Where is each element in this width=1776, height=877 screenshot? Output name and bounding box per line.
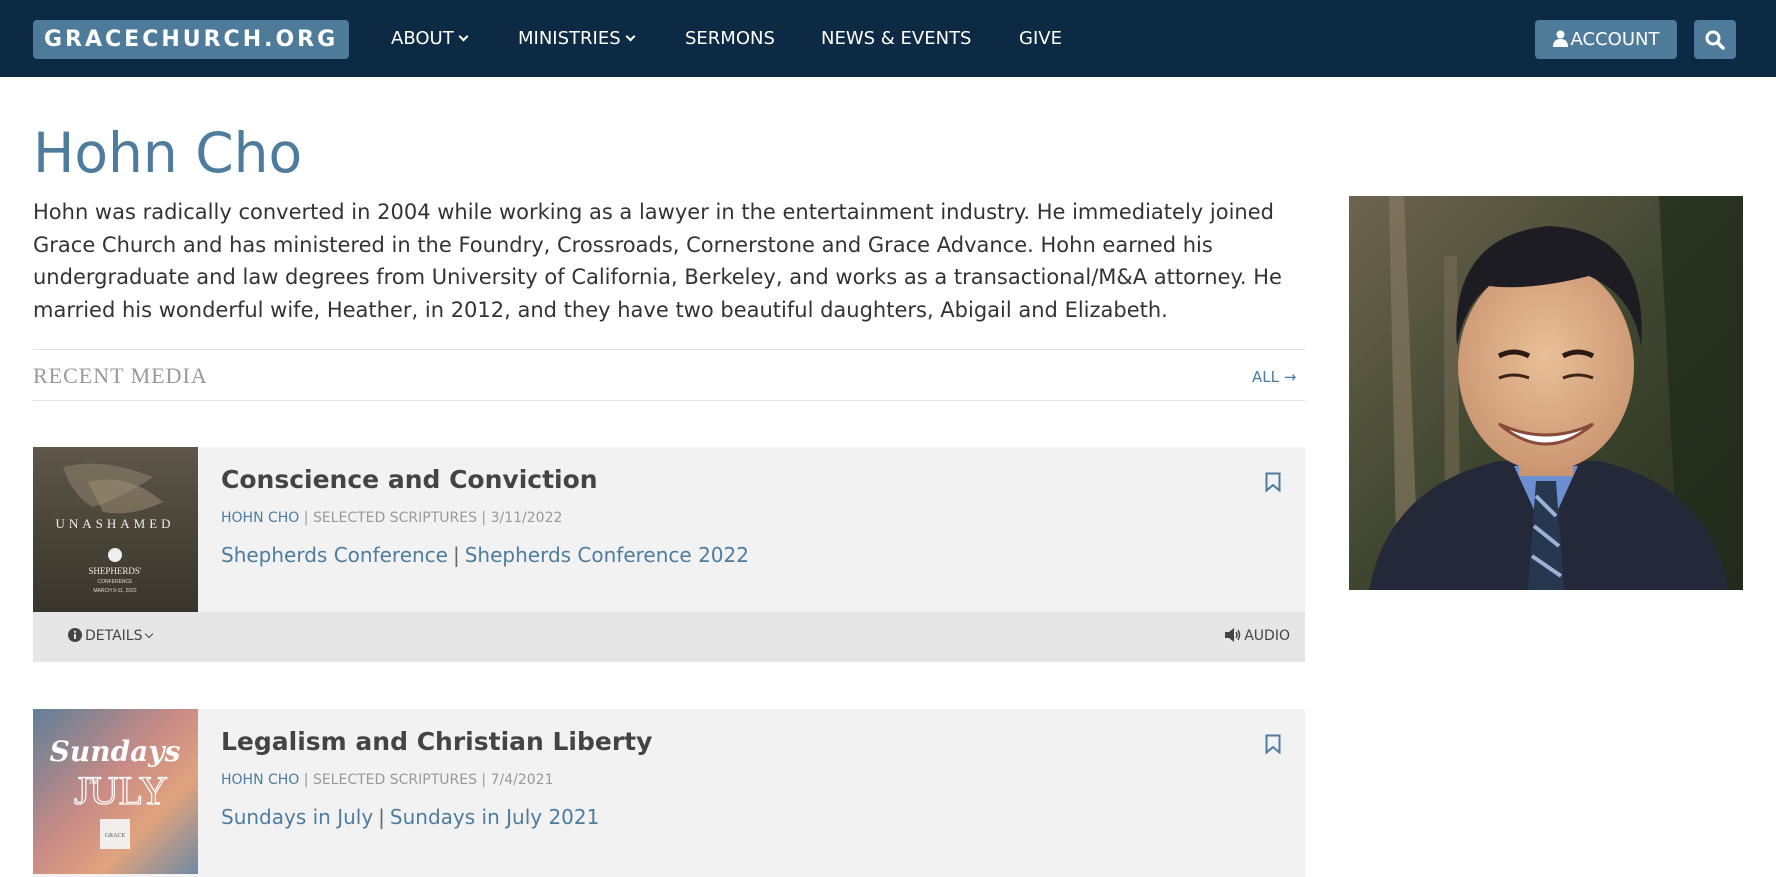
nav-about[interactable]: ABOUT [391,27,469,51]
audio-button[interactable]: AUDIO [1225,628,1290,644]
thumb-sub2: CONFERENCE [97,579,133,585]
volume-icon [1225,628,1241,642]
series-link[interactable]: Sundays in July [221,805,373,829]
chevron-down-icon [625,31,636,42]
chevron-down-icon [458,31,469,42]
chevron-down-icon [145,629,154,639]
info-icon [68,628,82,642]
series-link[interactable]: Shepherds Conference [221,543,448,567]
speaker-bio: Hohn was radically converted in 2004 whi… [33,200,1282,322]
thumb-word: UNASHAMED [55,516,174,531]
thumb-sub: SHEPHERDS' [88,566,142,576]
event-link[interactable]: Shepherds Conference 2022 [465,543,749,567]
media-speaker[interactable]: HOHN CHO [221,510,299,526]
all-media-link[interactable]: ALL → [1252,368,1296,386]
media-date: 7/4/2021 [490,772,554,788]
media-title[interactable]: Legalism and Christian Liberty [221,727,652,756]
media-scripture: SELECTED SCRIPTURES [312,772,477,788]
thumb-badge: GRACE [105,833,126,839]
bookmark-icon[interactable] [1265,472,1281,492]
nav-news-events[interactable]: NEWS & EVENTS [821,27,972,51]
details-toggle[interactable]: DETAILS [68,628,154,644]
thumb-line1: Sundays [50,735,181,768]
thumb-dates: MARCH 9-11, 2022 [93,588,136,594]
event-link[interactable]: Sundays in July 2021 [390,805,599,829]
user-icon [1552,30,1568,47]
speaker-portrait [1349,196,1743,590]
media-series-links: Shepherds Conference | Shepherds Conferenc… [221,543,749,567]
search-button[interactable] [1694,20,1736,59]
nav-ministries[interactable]: MINISTRIES [518,27,636,51]
media-date: 3/11/2022 [490,510,563,526]
media-scripture: SELECTED SCRIPTURES [312,510,477,526]
account-button[interactable]: ACCOUNT [1535,20,1677,59]
media-title[interactable]: Conscience and Conviction [221,465,598,494]
media-meta: HOHN CHO | SELECTED SCRIPTURES | 7/4/202… [221,772,554,788]
media-thumbnail[interactable]: UNASHAMED SHEPHERDS' CONFERENCE MARCH 9-… [33,447,198,612]
search-icon [1705,30,1725,50]
page-title: Hohn Cho [33,121,303,185]
site-logo[interactable]: GRACECHURCH.ORG [33,20,350,59]
nav-sermons[interactable]: SERMONS [685,27,775,51]
media-series-links: Sundays in July | Sundays in July 2021 [221,805,600,829]
media-speaker[interactable]: HOHN CHO [221,772,299,788]
media-meta: HOHN CHO | SELECTED SCRIPTURES | 3/11/20… [221,510,563,526]
media-thumbnail[interactable]: Sundays IN JULY GRACE [33,709,198,874]
thumb-line3: JULY [74,768,168,813]
nav-give[interactable]: GIVE [1019,27,1062,51]
media-card: UNASHAMED SHEPHERDS' CONFERENCE MARCH 9-… [33,447,1305,662]
section-title: RECENT MEDIA [33,363,208,388]
divider [33,349,1305,350]
bookmark-icon[interactable] [1265,734,1281,754]
media-card-footer: DETAILS AUDIO [33,612,1305,662]
divider [33,400,1305,401]
top-navbar: GRACECHURCH.ORG ABOUT MINISTRIES SERMONS… [0,0,1776,77]
media-card: Sundays IN JULY GRACE Legalism and Chris… [33,709,1305,877]
